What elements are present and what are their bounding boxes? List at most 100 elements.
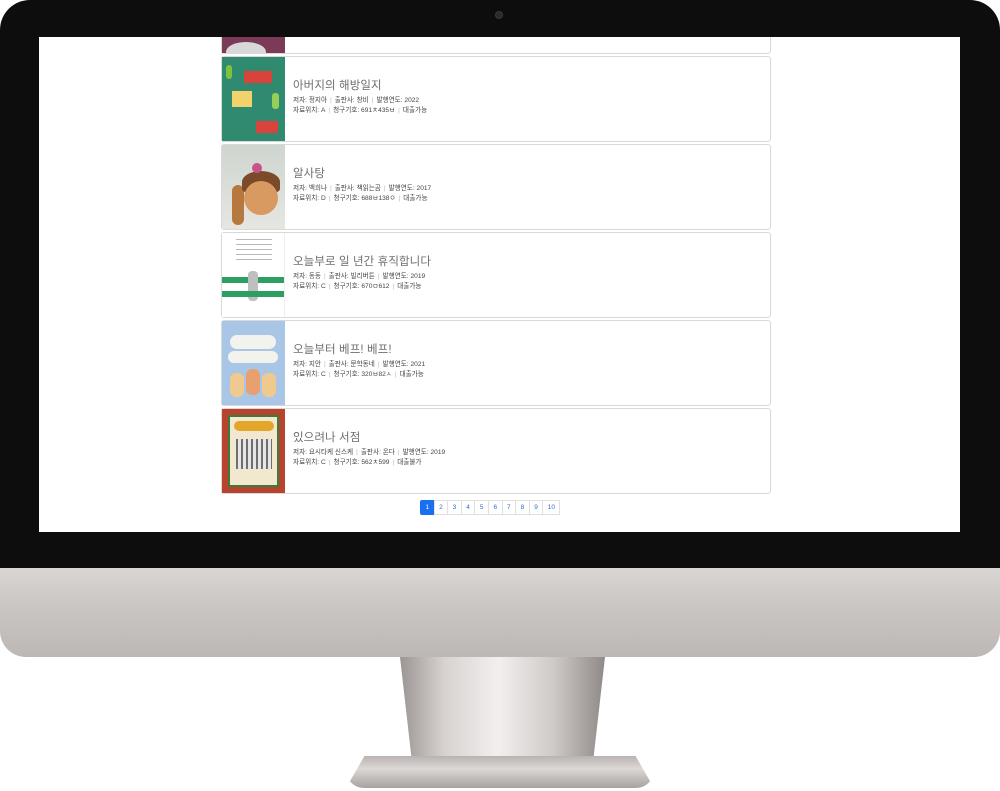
location-label: 자료위치: (293, 371, 320, 378)
page-link-10[interactable]: 10 (542, 500, 561, 515)
publisher-label: 출판사: (328, 361, 349, 368)
monitor-stand-base (346, 756, 654, 788)
book-title-link[interactable]: 오늘부로 일 년간 휴직합니다 (293, 253, 431, 269)
loan-status: 대출가능 (399, 371, 424, 378)
book-card[interactable]: 있으려나 서점 저자: 요시타케 신스케 | 출판사: 온다 | 발행연도: 2019 … (221, 408, 771, 494)
book-info: 오늘부로 일 년간 휴직합니다 저자: 동동 | 출판사: 빌리버튼 | 발행연도: 2… (285, 233, 431, 317)
book-meta-line: 자료위치: C | 청구기호: 562ㅊ599 | 대출불가 (293, 458, 445, 468)
location-value: C (320, 371, 326, 378)
location-value: C (320, 283, 326, 290)
separator: | (392, 283, 395, 290)
author-value: 백희나 (308, 185, 328, 192)
location-label: 자료위치: (293, 283, 320, 290)
author-value: 요시타케 신스케 (308, 449, 354, 456)
year-value: 2019 (410, 273, 426, 280)
book-meta-line: 자료위치: C | 청구기호: 670ㅁ612 | 대출가능 (293, 282, 431, 292)
loan-status: 대출불가 (397, 459, 422, 466)
author-label: 저자: (293, 185, 307, 192)
publisher-label: 출판사: (328, 273, 349, 280)
callno-label: 청구기호: (333, 459, 360, 466)
book-info: 아버지의 해방일지 저자: 정지아 | 출판사: 창비 | 발행연도: 2022 자료위… (285, 57, 427, 141)
book-card[interactable]: 알사탕 저자: 백희나 | 출판사: 책읽는곰 | 발행연도: 2017 자료위치: D… (221, 144, 771, 230)
book-title-link[interactable]: 알사탕 (293, 165, 431, 181)
publisher-value: 빌리버튼 (350, 273, 375, 280)
separator: | (397, 449, 400, 456)
page-link-3[interactable]: 3 (447, 500, 462, 515)
book-card[interactable]: 오늘부터 베프! 베프! 저자: 지안 | 출판사: 문학동네 | 발행연도: 2021… (221, 320, 771, 406)
year-value: 2022 (404, 97, 420, 104)
separator: | (398, 107, 400, 114)
page-link-8[interactable]: 8 (515, 500, 530, 515)
location-value: C (320, 459, 326, 466)
page-link-6[interactable]: 6 (487, 500, 503, 515)
book-card[interactable]: 오늘부로 일 년간 휴직합니다 저자: 동동 | 출판사: 빌리버튼 | 발행연도: 2… (221, 232, 771, 318)
publisher-label: 출판사: (334, 97, 355, 104)
separator: | (323, 361, 326, 368)
pagination: 1 2 3 4 5 6 7 8 9 10 (420, 500, 561, 515)
book-cover-image[interactable] (222, 321, 285, 405)
separator: | (398, 195, 401, 202)
publisher-value: 책읽는곰 (356, 185, 381, 192)
separator: | (328, 283, 331, 290)
year-value: 2019 (430, 449, 446, 456)
separator: | (394, 371, 397, 378)
book-cover-image[interactable] (222, 57, 285, 141)
book-list: 아버지의 해방일지 저자: 정지아 | 출판사: 창비 | 발행연도: 2022 자료위… (221, 37, 771, 496)
author-label: 저자: (293, 97, 307, 104)
separator: | (328, 371, 331, 378)
callno-label: 청구기호: (333, 107, 360, 114)
book-info: 오늘부터 베프! 베프! 저자: 지안 | 출판사: 문학동네 | 발행연도: 2021… (285, 321, 425, 405)
book-meta-line: 저자: 요시타케 신스케 | 출판사: 온다 | 발행연도: 2019 (293, 448, 445, 458)
monitor-stand (400, 657, 605, 765)
callno-value: 320ㅂ82ㅅ (361, 371, 392, 378)
location-value: D (320, 195, 326, 202)
book-cover-image[interactable] (222, 145, 285, 229)
callno-value: 688ㅂ138ㅇ (361, 195, 396, 202)
author-value: 동동 (308, 273, 321, 280)
monitor-chin (0, 568, 1000, 657)
location-value: A (320, 107, 326, 114)
location-label: 자료위치: (293, 459, 320, 466)
author-label: 저자: (293, 361, 307, 368)
callno-label: 청구기호: (333, 371, 360, 378)
book-meta-line: 자료위치: C | 청구기호: 320ㅂ82ㅅ | 대출가능 (293, 370, 425, 380)
separator: | (330, 97, 332, 104)
book-title-link[interactable]: 오늘부터 베프! 베프! (293, 341, 425, 357)
callno-value: 691ㅊ435ㅂ (361, 107, 396, 114)
loan-status: 대출가능 (397, 283, 422, 290)
separator: | (328, 195, 331, 202)
location-label: 자료위치: (293, 195, 320, 202)
book-cover-image[interactable] (222, 233, 285, 317)
separator: | (356, 449, 358, 456)
publisher-value: 창비 (356, 97, 369, 104)
book-title-link[interactable]: 아버지의 해방일지 (293, 77, 427, 93)
book-cover-image[interactable] (222, 37, 285, 53)
book-card[interactable]: 아버지의 해방일지 저자: 정지아 | 출판사: 창비 | 발행연도: 2022 자료위… (221, 56, 771, 142)
separator: | (328, 459, 331, 466)
page-link-2[interactable]: 2 (433, 500, 449, 515)
book-title-link[interactable]: 있으려나 서점 (293, 429, 445, 445)
screen: 아버지의 해방일지 저자: 정지아 | 출판사: 창비 | 발행연도: 2022 자료위… (39, 37, 960, 532)
page-link-5[interactable]: 5 (474, 500, 489, 515)
author-label: 저자: (293, 449, 307, 456)
publisher-value: 온다 (382, 449, 395, 456)
author-value: 지안 (308, 361, 321, 368)
author-label: 저자: (293, 273, 307, 280)
page-link-4[interactable]: 4 (460, 500, 476, 515)
book-card-partial[interactable] (221, 37, 771, 54)
callno-label: 청구기호: (333, 283, 360, 290)
page-link-7[interactable]: 7 (501, 500, 517, 515)
book-info: 있으려나 서점 저자: 요시타케 신스케 | 출판사: 온다 | 발행연도: 2019 … (285, 409, 445, 493)
separator: | (371, 97, 374, 104)
callno-value: 562ㅊ599 (361, 459, 390, 466)
separator: | (383, 185, 386, 192)
page-link-1[interactable]: 1 (420, 500, 435, 515)
year-label: 발행연도: (376, 97, 403, 104)
page-link-9[interactable]: 9 (528, 500, 544, 515)
book-meta-line: 저자: 백희나 | 출판사: 책읽는곰 | 발행연도: 2017 (293, 184, 431, 194)
book-meta-line: 저자: 동동 | 출판사: 빌리버튼 | 발행연도: 2019 (293, 272, 431, 282)
separator: | (323, 273, 326, 280)
location-label: 자료위치: (293, 107, 320, 114)
book-cover-image[interactable] (222, 409, 285, 493)
author-value: 정지아 (308, 97, 328, 104)
